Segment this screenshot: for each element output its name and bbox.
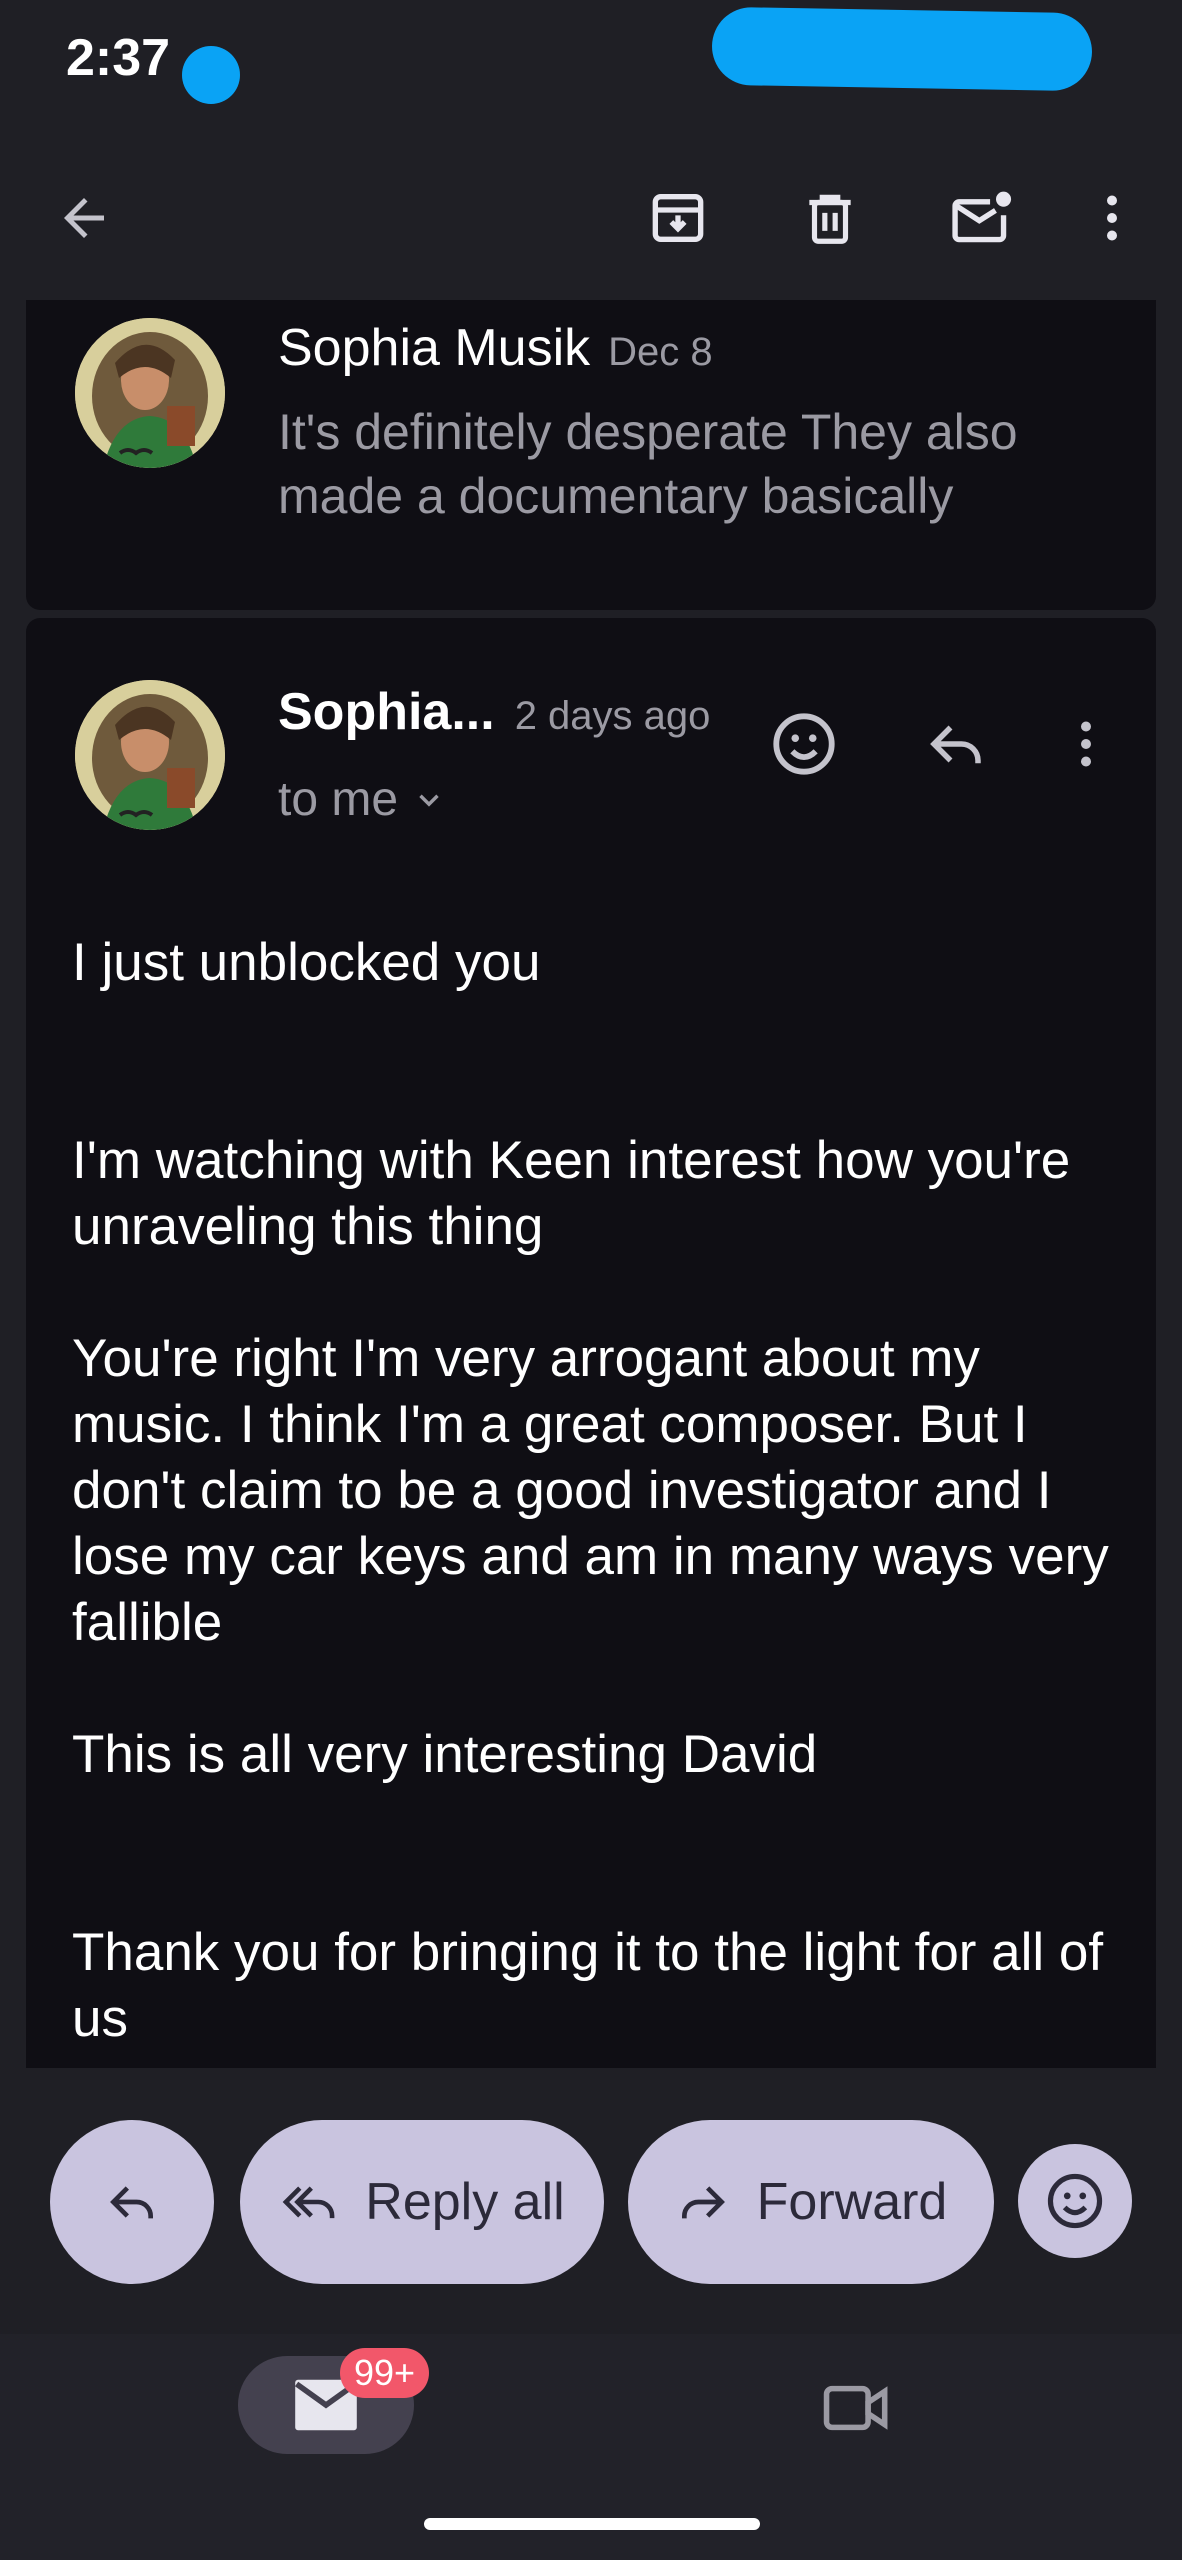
emoji-icon xyxy=(1047,2173,1103,2229)
unread-count-badge: 99+ xyxy=(340,2348,430,2398)
forward-icon xyxy=(681,2186,725,2219)
reply-button[interactable] xyxy=(914,702,998,786)
reply-icon xyxy=(110,2186,153,2219)
reply-action-button[interactable] xyxy=(50,2120,214,2284)
sender-name: Sophia... xyxy=(278,683,495,741)
message-date: Dec 8 xyxy=(608,330,713,374)
chevron-down-icon xyxy=(419,794,439,807)
mark-unread-icon xyxy=(952,191,1012,243)
expanded-header: Sophia... 2 days ago xyxy=(278,682,710,742)
reply-all-button[interactable]: Reply all xyxy=(240,2120,604,2284)
arrow-back-icon xyxy=(64,198,104,238)
forward-button[interactable]: Forward xyxy=(628,2120,994,2284)
sender-avatar[interactable] xyxy=(75,318,225,468)
delete-button[interactable] xyxy=(790,178,870,258)
video-camera-icon xyxy=(823,2385,888,2431)
notification-dot-icon xyxy=(182,46,240,104)
message-more-button[interactable] xyxy=(1046,702,1126,786)
more-vert-icon xyxy=(1107,195,1117,241)
home-indicator[interactable] xyxy=(424,2518,760,2530)
avatar-portrait-icon xyxy=(75,680,225,830)
emoji-icon xyxy=(773,713,835,775)
archive-button[interactable] xyxy=(638,178,718,258)
message-body: I just unblocked you I'm watching with K… xyxy=(72,933,1109,2048)
forward-label: Forward xyxy=(756,2173,948,2231)
redaction-mark xyxy=(711,6,1093,92)
message-snippet: It's definitely desperate They also made… xyxy=(278,404,1018,524)
avatar-portrait-icon xyxy=(75,318,225,468)
sender-avatar[interactable] xyxy=(75,680,225,830)
reply-all-label: Reply all xyxy=(365,2173,565,2231)
trash-icon xyxy=(809,194,851,244)
mark-unread-button[interactable] xyxy=(940,178,1024,258)
collapsed-header: Sophia Musik Dec 8 xyxy=(278,318,713,378)
recipient-details-toggle[interactable]: to me xyxy=(278,772,446,827)
emoji-reaction-button[interactable] xyxy=(1018,2144,1132,2258)
add-reaction-button[interactable] xyxy=(762,702,846,786)
status-time: 2:37 xyxy=(66,29,171,87)
archive-icon xyxy=(652,194,704,242)
sender-name: Sophia Musik xyxy=(278,319,591,377)
recipient-label: to me xyxy=(278,773,399,826)
reply-all-icon xyxy=(282,2186,335,2219)
nav-meet-tab[interactable] xyxy=(812,2370,902,2446)
reply-icon xyxy=(930,725,981,764)
more-vert-icon xyxy=(1081,721,1091,767)
more-options-button[interactable] xyxy=(1072,178,1152,258)
back-button[interactable] xyxy=(44,178,124,258)
message-date: 2 days ago xyxy=(514,694,711,738)
